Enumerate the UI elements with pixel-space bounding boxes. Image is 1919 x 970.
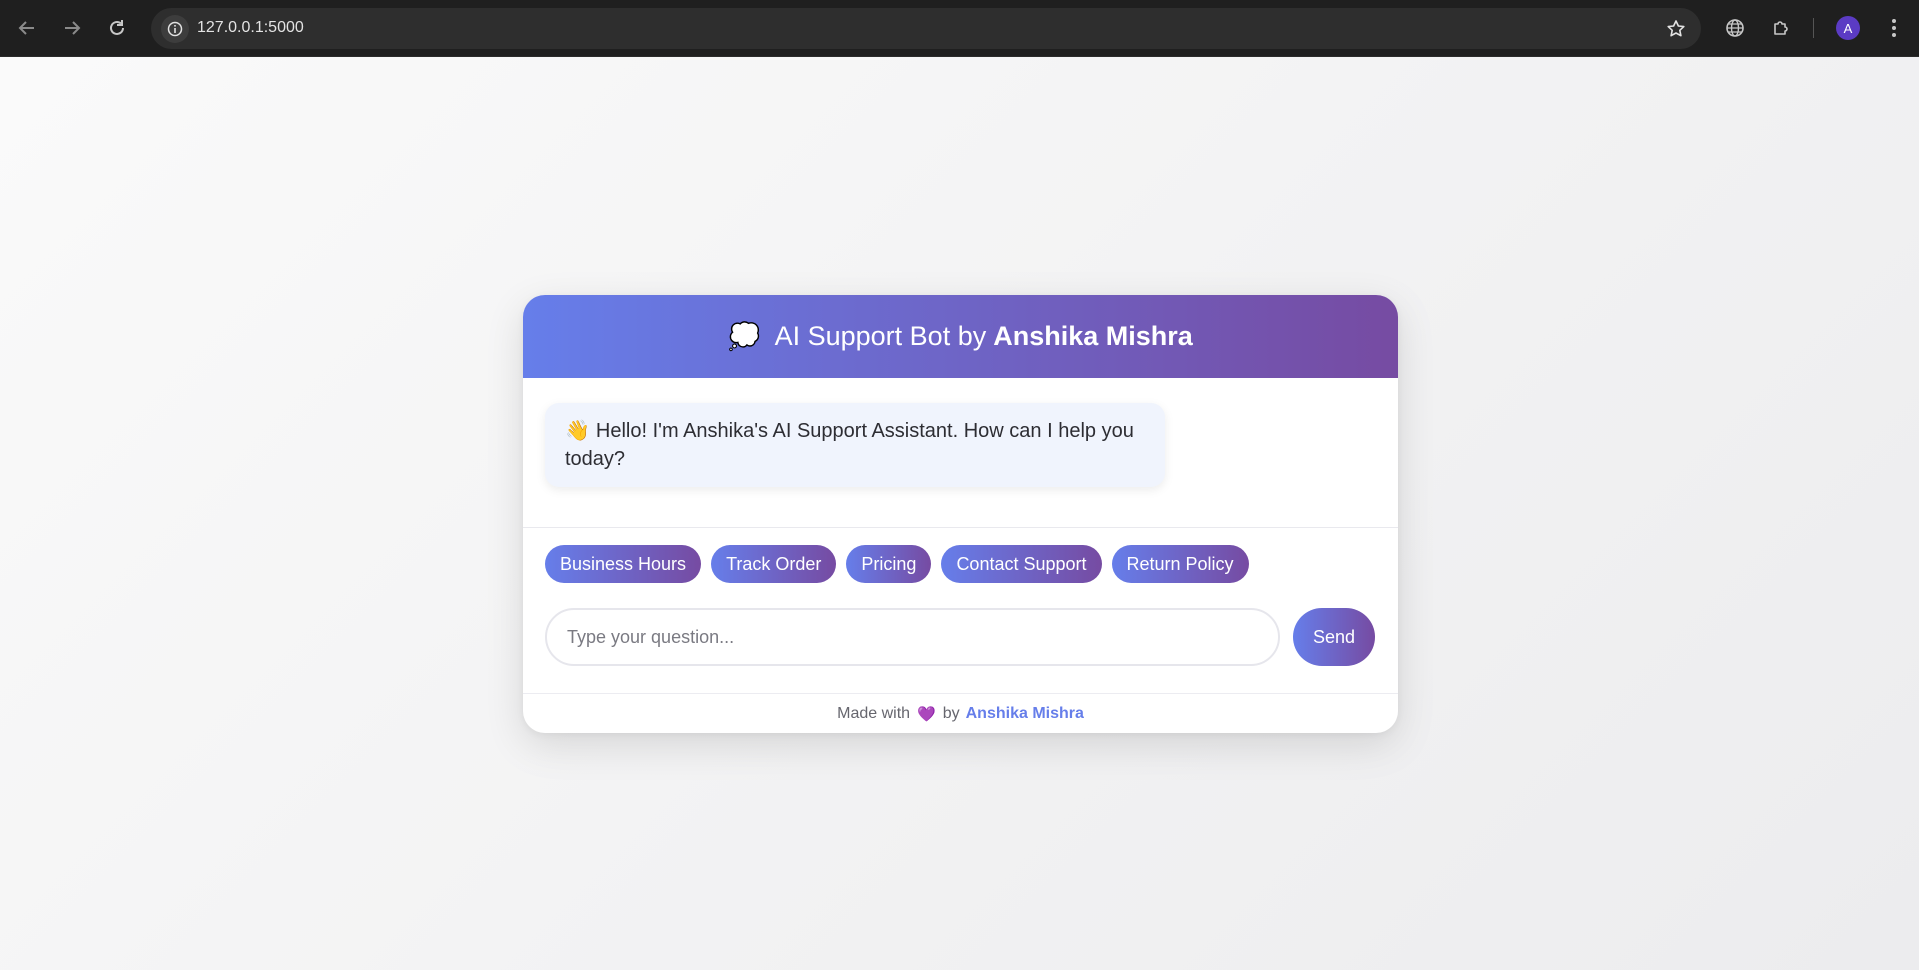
- question-input[interactable]: [545, 608, 1280, 666]
- extensions-button[interactable]: [1765, 12, 1797, 44]
- bookmark-button[interactable]: [1661, 14, 1691, 44]
- chat-title-name: Anshika Mishra: [993, 321, 1193, 351]
- author-link[interactable]: Anshika Mishra: [966, 705, 1084, 723]
- waving-hand-icon: 👋: [565, 420, 590, 442]
- star-icon: [1667, 20, 1685, 37]
- heart-icon: 💜: [917, 705, 936, 723]
- avatar: A: [1836, 16, 1860, 40]
- quick-reply-business-hours[interactable]: Business Hours: [545, 545, 702, 583]
- quick-reply-pricing[interactable]: Pricing: [846, 545, 932, 583]
- quick-reply-return-policy[interactable]: Return Policy: [1111, 545, 1249, 583]
- quick-replies: Business Hours Track Order Pricing Conta…: [523, 528, 1398, 608]
- url-text[interactable]: 127.0.0.1:5000: [197, 19, 304, 37]
- chat-footer: Made with 💜 by Anshika Mishra: [523, 694, 1398, 733]
- composer: Send: [523, 608, 1398, 694]
- send-button[interactable]: Send: [1293, 608, 1375, 666]
- thought-bubble-icon: 💭: [728, 321, 761, 351]
- reload-button[interactable]: [101, 12, 133, 44]
- address-bar[interactable]: 127.0.0.1:5000: [151, 8, 1701, 49]
- chat-header: 💭 AI Support Bot by Anshika Mishra: [523, 295, 1398, 378]
- reload-icon: [110, 20, 124, 35]
- forward-button[interactable]: [56, 12, 88, 44]
- quick-reply-contact-support[interactable]: Contact Support: [941, 545, 1102, 583]
- message-list[interactable]: 👋 Hello! I'm Anshika's AI Support Assista…: [523, 378, 1398, 528]
- arrow-right-icon: [65, 21, 81, 35]
- back-button[interactable]: [11, 12, 43, 44]
- kebab-menu-icon: [1892, 19, 1896, 37]
- page-background: 💭 AI Support Bot by Anshika Mishra 👋 Hello…: [0, 57, 1919, 970]
- puzzle-icon: [1774, 21, 1788, 35]
- site-info-button[interactable]: [161, 15, 189, 43]
- globe-icon: [1726, 19, 1744, 37]
- footer-prefix: Made with: [837, 704, 911, 722]
- browser-toolbar: 127.0.0.1:5000 A: [0, 0, 1919, 57]
- bot-message-text: Hello! I'm Anshika's AI Support Assistan…: [565, 420, 1134, 470]
- arrow-left-icon: [18, 21, 34, 35]
- translate-button[interactable]: [1719, 12, 1751, 44]
- bot-message: 👋 Hello! I'm Anshika's AI Support Assista…: [545, 403, 1165, 487]
- quick-reply-track-order[interactable]: Track Order: [711, 545, 837, 583]
- profile-button[interactable]: A: [1832, 12, 1864, 44]
- chat-widget: 💭 AI Support Bot by Anshika Mishra 👋 Hello…: [523, 295, 1398, 733]
- chat-title: AI Support Bot by Anshika Mishra: [775, 321, 1193, 352]
- toolbar-divider: [1813, 18, 1814, 38]
- footer-by: by: [942, 704, 960, 722]
- chat-title-prefix: AI Support Bot by: [774, 321, 987, 351]
- browser-menu-button[interactable]: [1878, 12, 1910, 44]
- info-icon: [167, 21, 183, 37]
